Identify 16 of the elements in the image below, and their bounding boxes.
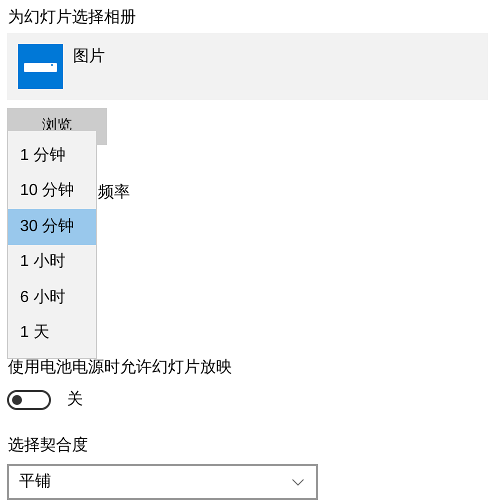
album-card[interactable]: 图片 [7,33,488,100]
toggle-state: 关 [67,390,83,410]
dropdown-option[interactable]: 10 分钟 [8,174,96,209]
toggle-switch[interactable] [7,390,51,410]
battery-label: 使用电池电源时允许幻灯片放映 [8,358,232,378]
dropdown-option[interactable]: 1 小时 [8,244,96,280]
album-icon [18,44,63,89]
album-name: 图片 [73,47,105,67]
dropdown-option[interactable]: 1 天 [8,316,96,351]
dropdown-option[interactable]: 30 分钟 [8,209,96,244]
frequency-label: 频率 [98,183,130,203]
fit-label: 选择契合度 [8,436,88,456]
fit-select[interactable]: 平铺 [7,464,318,500]
dropdown-option[interactable]: 6 小时 [8,280,96,316]
section-title: 为幻灯片选择相册 [8,8,136,28]
chevron-down-icon [292,478,304,486]
